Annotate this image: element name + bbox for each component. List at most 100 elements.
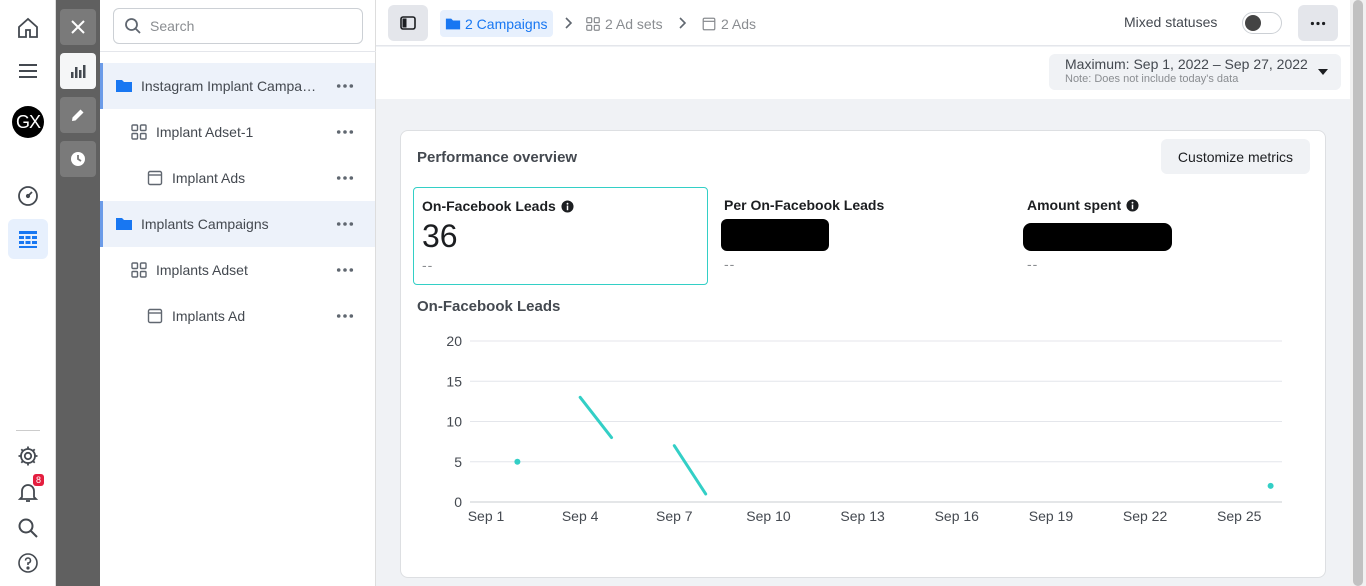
settings-gear-icon[interactable] (8, 436, 48, 476)
campaign-folder-icon (115, 215, 133, 233)
tree-item-label: Implants Ad (172, 308, 246, 324)
chart-title: On-Facebook Leads (417, 298, 561, 315)
search-icon (125, 18, 141, 34)
y-tick-label: 20 (446, 333, 462, 349)
history-clock-icon[interactable] (60, 141, 96, 177)
date-range-label: Maximum: Sep 1, 2022 – Sep 27, 2022 (1065, 56, 1308, 72)
tree-item-ad[interactable]: Implants Ad (100, 293, 375, 339)
tree-item-label: Implants Adset (156, 262, 248, 278)
edit-pencil-icon[interactable] (60, 97, 96, 133)
y-tick-label: 10 (446, 414, 462, 430)
tree-item-label: Instagram Implant Campaign (141, 78, 317, 94)
metric-label-text: Per On-Facebook Leads (724, 197, 885, 213)
account-avatar[interactable]: GX (12, 106, 44, 138)
metric-label: On-Facebook Leads (422, 198, 699, 214)
tree-item-label: Implant Ads (172, 170, 246, 186)
campaign-folder-icon (115, 77, 133, 95)
rail-divider (16, 430, 40, 431)
more-options-icon[interactable] (335, 76, 355, 96)
metric-label-text: Amount spent (1027, 197, 1122, 213)
status-toggle[interactable] (1242, 12, 1282, 34)
campaign-tree-panel: Instagram Implant Campaign Implant Adset… (100, 0, 376, 586)
tree-item-adset[interactable]: Implants Adset (100, 247, 375, 293)
redacted-value (1023, 223, 1172, 251)
y-tick-label: 0 (454, 494, 462, 510)
y-tick-label: 15 (446, 373, 462, 389)
performance-overview-card: Performance overview Customize metrics O… (400, 130, 1326, 578)
metric-delta: -- (422, 257, 434, 273)
metric-on-facebook-leads[interactable]: On-Facebook Leads 36 -- (413, 187, 708, 285)
y-tick-label: 5 (454, 454, 462, 470)
x-tick-label: Sep 16 (935, 508, 980, 524)
tree-search-box (113, 8, 363, 44)
more-options-icon[interactable] (335, 260, 355, 280)
x-tick-label: Sep 13 (840, 508, 885, 524)
series-line-segment (672, 444, 708, 496)
tree-divider (100, 51, 376, 52)
home-icon[interactable] (8, 8, 48, 48)
campaign-folder-icon (445, 18, 461, 29)
ads-manager-table-icon[interactable] (8, 219, 48, 259)
card-title: Performance overview (417, 149, 578, 166)
avatar-initials: GX (15, 111, 41, 132)
ad-window-icon (146, 307, 164, 325)
x-tick-label: Sep 25 (1217, 508, 1262, 524)
date-range-note: Note: Does not include today's data (1065, 73, 1239, 85)
search-icon[interactable] (8, 508, 48, 548)
info-icon[interactable] (561, 199, 574, 213)
ad-window-icon (146, 169, 164, 187)
tree-item-label: Implant Adset-1 (156, 124, 254, 140)
ad-window-icon (702, 17, 716, 30)
tool-rail (56, 0, 100, 586)
toggle-knob (1245, 15, 1261, 31)
date-range-picker[interactable]: Maximum: Sep 1, 2022 – Sep 27, 2022 Note… (1049, 54, 1341, 90)
status-filter-label: Mixed statuses (1124, 14, 1218, 30)
tree-item-label: Implants Campaigns (141, 216, 269, 232)
tree-item-ad[interactable]: Implant Ads (100, 155, 375, 201)
charts-bar-icon[interactable] (60, 53, 96, 89)
main-content: 2 Campaigns 2 Ad sets 2 Ads Mixed status… (376, 0, 1350, 586)
more-options-icon[interactable] (1298, 5, 1338, 41)
x-tick-label: Sep 10 (746, 508, 791, 524)
top-bar: 2 Campaigns 2 Ad sets 2 Ads Mixed status… (376, 0, 1350, 46)
info-icon[interactable] (1126, 198, 1139, 212)
help-question-icon[interactable] (8, 543, 48, 583)
tree-item-adset[interactable]: Implant Adset-1 (100, 109, 375, 155)
ads-manager-app: GX 8 Search Instagram Implant Campaign I… (0, 0, 1366, 586)
metric-label: Per On-Facebook Leads (724, 197, 1003, 213)
tree-search-input[interactable] (150, 18, 350, 34)
more-options-icon[interactable] (335, 306, 355, 326)
more-options-icon[interactable] (335, 122, 355, 142)
x-tick-label: Sep 7 (656, 508, 693, 524)
panel-toggle-sidebar-icon[interactable] (388, 5, 428, 41)
notifications-bell-icon[interactable]: 8 (8, 472, 48, 512)
breadcrumb-campaigns-label: 2 Campaigns (465, 15, 548, 32)
breadcrumb-ads-label: 2 Ads (721, 15, 757, 32)
chevron-right-icon (565, 17, 573, 29)
leads-line-chart: 0 5 10 15 20 Sep 1 Sep 4 Sep 7 Sep 10 Sep 13 Sep 1… (446, 333, 1282, 524)
data-point (514, 458, 521, 465)
menu-icon[interactable] (8, 51, 48, 91)
breadcrumb-campaigns[interactable]: 2 Campaigns (440, 10, 553, 37)
redacted-value (721, 219, 829, 251)
customize-metrics-button[interactable]: Customize metrics (1161, 139, 1310, 174)
more-options-icon[interactable] (335, 168, 355, 188)
tree-item-campaign[interactable]: Implants Campaigns (100, 201, 375, 247)
tree-item-campaign[interactable]: Instagram Implant Campaign (100, 63, 375, 109)
metric-delta: -- (1027, 256, 1039, 272)
more-options-icon[interactable] (335, 214, 355, 234)
metric-label: Amount spent (1027, 197, 1306, 213)
metric-delta: -- (724, 256, 736, 272)
close-icon[interactable] (60, 9, 96, 45)
caret-down-icon (1318, 69, 1328, 75)
metric-label-text: On-Facebook Leads (422, 198, 556, 214)
breadcrumb-adsets[interactable]: 2 Ad sets (580, 10, 668, 37)
scrollbar-thumb[interactable] (1353, 0, 1363, 586)
adset-grid-icon (130, 123, 148, 141)
vertical-scrollbar[interactable] (1350, 0, 1366, 586)
global-nav-rail: GX 8 (0, 0, 56, 586)
dashboard-gauge-icon[interactable] (8, 176, 48, 216)
chevron-right-icon (679, 17, 687, 29)
x-tick-label: Sep 19 (1029, 508, 1074, 524)
breadcrumb-ads[interactable]: 2 Ads (696, 10, 761, 37)
